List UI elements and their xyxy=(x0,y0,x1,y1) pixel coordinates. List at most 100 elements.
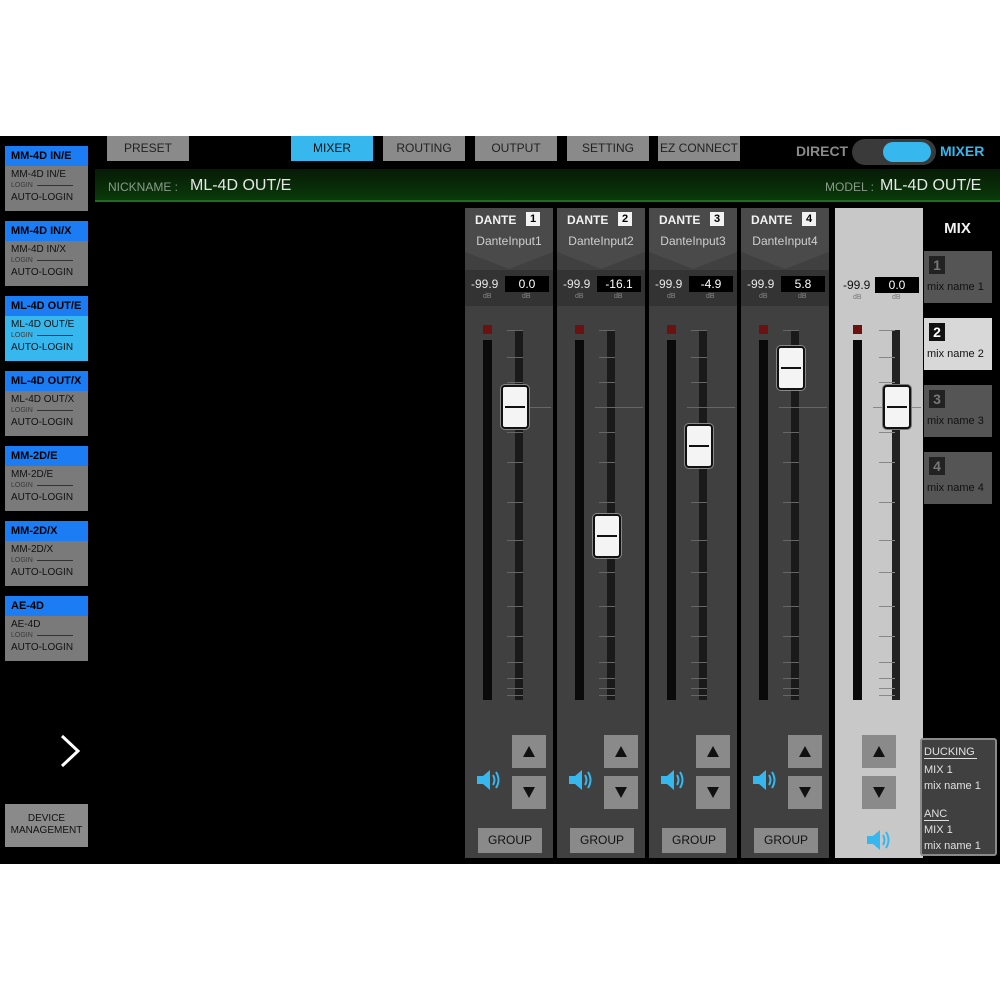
device-login-rule xyxy=(36,410,73,411)
speaker-icon[interactable] xyxy=(751,766,779,794)
chevron-right-icon[interactable] xyxy=(58,734,82,768)
channel-up-button[interactable] xyxy=(604,735,638,768)
channel-fader-knob[interactable] xyxy=(685,424,713,468)
channel-peak-unit: dB xyxy=(575,293,584,300)
speaker-icon[interactable] xyxy=(475,766,503,794)
fader-scale-tick xyxy=(599,502,615,503)
device-management-button[interactable]: DEVICE MANAGEMENT xyxy=(5,804,88,847)
device-card[interactable]: ML-4D OUT/E ML-4D OUT/E LOGIN AUTO-LOGIN xyxy=(5,296,88,361)
channel-group-button[interactable]: GROUP xyxy=(754,828,818,853)
speaker-icon[interactable] xyxy=(567,766,595,794)
device-auto-login[interactable]: AUTO-LOGIN xyxy=(5,641,88,655)
tab-setting[interactable]: SETTING xyxy=(567,136,649,161)
channel-up-button[interactable] xyxy=(512,735,546,768)
channel-source-label: DANTE xyxy=(659,213,701,227)
channel-group-button[interactable]: GROUP xyxy=(662,828,726,853)
fader-scale-tick xyxy=(691,330,707,331)
toggle-knob[interactable] xyxy=(883,142,931,162)
channel-fader-knob[interactable] xyxy=(777,346,805,390)
tab-output[interactable]: OUTPUT xyxy=(475,136,557,161)
channel-number: 1 xyxy=(526,212,540,226)
device-card[interactable]: MM-4D IN/E MM-4D IN/E LOGIN AUTO-LOGIN xyxy=(5,146,88,211)
fader-scale-tick xyxy=(691,540,707,541)
triangle-up-icon xyxy=(615,746,627,757)
channel-fader-knob[interactable] xyxy=(593,514,621,558)
channel-values: -99.9 5.8 dB dB xyxy=(741,270,829,306)
master-gain-value[interactable]: 0.0 xyxy=(875,277,919,293)
channel-fader-track[interactable] xyxy=(699,330,707,700)
device-auto-login[interactable]: AUTO-LOGIN xyxy=(5,566,88,580)
tab-routing[interactable]: ROUTING xyxy=(383,136,465,161)
mix-bus-button[interactable]: 3 mix name 3 xyxy=(924,385,992,437)
toggle-label-direct[interactable]: DIRECT xyxy=(796,143,848,159)
master-down-button[interactable] xyxy=(862,776,896,809)
device-title: ML-4D OUT/X xyxy=(5,371,88,391)
channel-clip-indicator xyxy=(483,325,492,334)
channel-up-button[interactable] xyxy=(788,735,822,768)
channel-group-button[interactable]: GROUP xyxy=(478,828,542,853)
device-auto-login[interactable]: AUTO-LOGIN xyxy=(5,416,88,430)
device-title: AE-4D xyxy=(5,596,88,616)
channel-level-meter xyxy=(759,340,768,700)
device-auto-login[interactable]: AUTO-LOGIN xyxy=(5,491,88,505)
speaker-icon[interactable] xyxy=(865,826,893,854)
channel-peak-value: -99.9 xyxy=(655,277,683,291)
device-card[interactable]: MM-2D/X MM-2D/X LOGIN AUTO-LOGIN xyxy=(5,521,88,586)
ducking-anc-panel[interactable]: DUCKING MIX 1 mix name 1 ANC MIX 1 mix n… xyxy=(920,738,997,856)
channel-peak-unit: dB xyxy=(667,293,676,300)
channel-gain-value[interactable]: -16.1 xyxy=(597,276,641,292)
channel-fader-knob[interactable] xyxy=(501,385,529,429)
fader-scale-tick xyxy=(599,688,615,689)
speaker-icon[interactable] xyxy=(659,766,687,794)
device-auto-login[interactable]: AUTO-LOGIN xyxy=(5,341,88,355)
triangle-up-icon xyxy=(799,746,811,757)
channel-down-button[interactable] xyxy=(604,776,638,809)
device-card[interactable]: MM-2D/E MM-2D/E LOGIN AUTO-LOGIN xyxy=(5,446,88,511)
channel-down-button[interactable] xyxy=(788,776,822,809)
device-card[interactable]: ML-4D OUT/X ML-4D OUT/X LOGIN AUTO-LOGIN xyxy=(5,371,88,436)
channel-gain-value[interactable]: 0.0 xyxy=(505,276,549,292)
device-login-label: LOGIN xyxy=(11,632,33,639)
mix-bus-button[interactable]: 4 mix name 4 xyxy=(924,452,992,504)
channel-peak-value: -99.9 xyxy=(747,277,775,291)
device-card[interactable]: MM-4D IN/X MM-4D IN/X LOGIN AUTO-LOGIN xyxy=(5,221,88,286)
direct-mixer-toggle[interactable] xyxy=(852,139,936,165)
channel-down-button[interactable] xyxy=(512,776,546,809)
device-auto-login[interactable]: AUTO-LOGIN xyxy=(5,266,88,280)
channel-number: 4 xyxy=(802,212,816,226)
channel-peak-value: -99.9 xyxy=(563,277,591,291)
master-fader-knob[interactable] xyxy=(883,385,911,429)
fader-scale-tick xyxy=(507,357,523,358)
master-up-button[interactable] xyxy=(862,735,896,768)
fader-scale-tick xyxy=(783,695,799,696)
device-card[interactable]: AE-4D AE-4D LOGIN AUTO-LOGIN xyxy=(5,596,88,661)
fader-scale-tick xyxy=(691,502,707,503)
mix-bus-button[interactable]: 2 mix name 2 xyxy=(924,318,992,370)
device-login: LOGIN xyxy=(5,406,88,415)
toggle-label-mixer[interactable]: MIXER xyxy=(940,143,984,159)
channel-number: 2 xyxy=(618,212,632,226)
channel-level-meter xyxy=(667,340,676,700)
mix-bus-button[interactable]: 1 mix name 1 xyxy=(924,251,992,303)
channel-gain-value[interactable]: -4.9 xyxy=(689,276,733,292)
tab-preset[interactable]: PRESET xyxy=(107,136,189,161)
master-peak-value: -99.9 xyxy=(843,278,871,292)
fader-scale-tick xyxy=(507,606,523,607)
channel-input-name: DanteInput1 xyxy=(476,234,542,248)
tab-ez-connect[interactable]: EZ CONNECT xyxy=(658,136,740,161)
channel-group-button[interactable]: GROUP xyxy=(570,828,634,853)
fader-scale-tick xyxy=(507,572,523,573)
channel-up-button[interactable] xyxy=(696,735,730,768)
fader-scale-tick xyxy=(691,678,707,679)
fader-scale-tick xyxy=(507,462,523,463)
channel-down-button[interactable] xyxy=(696,776,730,809)
channel-gain-value[interactable]: 5.8 xyxy=(781,276,825,292)
device-login-rule xyxy=(36,185,73,186)
channel-clip-indicator xyxy=(759,325,768,334)
device-auto-login[interactable]: AUTO-LOGIN xyxy=(5,191,88,205)
anc-mix-name: mix name 1 xyxy=(924,840,981,852)
model-value: ML-4D OUT/E xyxy=(880,177,982,194)
fader-scale-tick xyxy=(599,662,615,663)
tab-mixer[interactable]: MIXER xyxy=(291,136,373,161)
mix-bus-number: 1 xyxy=(929,256,945,274)
